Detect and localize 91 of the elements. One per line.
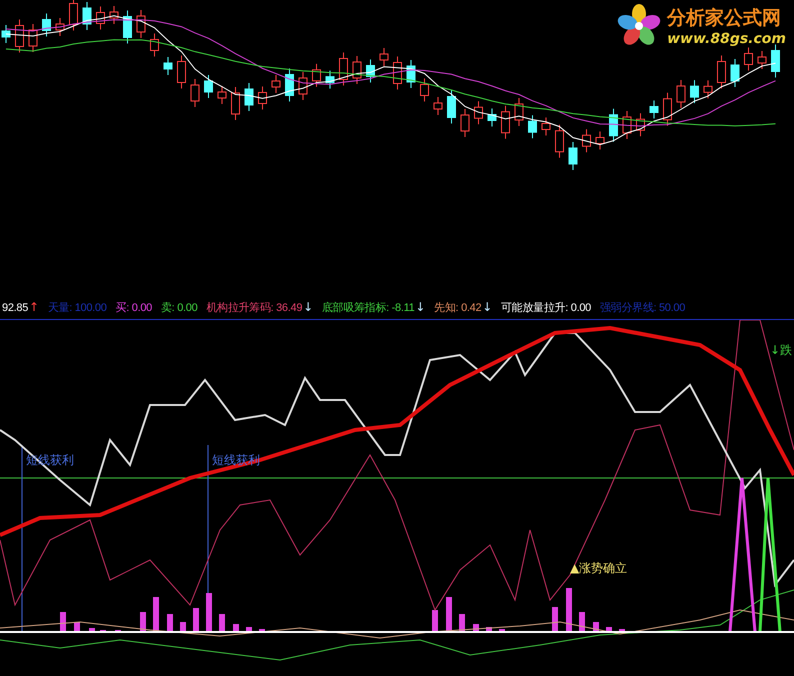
candlestick — [676, 80, 686, 108]
candlestick — [326, 70, 334, 90]
candlestick — [771, 44, 780, 78]
flower-logo-icon — [617, 4, 662, 48]
indicator-value: 92.85↑ — [2, 300, 39, 314]
candlestick — [690, 80, 699, 104]
histogram-bar — [619, 629, 625, 632]
candlestick — [542, 117, 550, 136]
candlestick — [136, 10, 146, 38]
fall-signal-label: ↓跌 — [770, 342, 792, 359]
candlestick — [164, 56, 172, 76]
candlestick — [609, 108, 618, 142]
histogram-bar — [486, 627, 492, 632]
candlestick — [622, 110, 632, 140]
histogram-bar — [140, 612, 146, 632]
candlestick — [258, 86, 267, 110]
candlestick — [15, 19, 24, 53]
indicator-value: 可能放量拉升: 0.00 — [501, 300, 591, 315]
indicator-value: 机构拉升筹码: 36.49↓ — [206, 300, 313, 315]
histogram-bar — [193, 608, 199, 632]
candlestick — [758, 50, 766, 70]
candlestick — [42, 13, 51, 37]
candlestick — [555, 124, 564, 158]
histogram-bar — [180, 622, 186, 632]
candlestick — [312, 63, 321, 88]
candlestick — [190, 78, 200, 108]
candlestick — [82, 2, 92, 30]
candlestick — [123, 10, 132, 44]
candlestick — [744, 47, 753, 71]
candlestick — [244, 82, 254, 112]
histogram-bar — [206, 593, 212, 632]
candlestick — [393, 56, 402, 90]
indicator-value: 天量: 100.00 — [48, 300, 107, 315]
histogram-bar — [432, 610, 438, 632]
candlestick — [434, 96, 442, 116]
candlestick — [380, 48, 388, 66]
histogram-bar — [579, 612, 585, 632]
candlestick — [218, 86, 226, 104]
candlestick — [28, 24, 38, 52]
candlestick — [704, 80, 712, 99]
candlestick — [717, 55, 726, 89]
candlestick — [366, 59, 375, 83]
candlestick — [447, 90, 456, 124]
candlestick — [650, 100, 658, 119]
candlestick — [528, 114, 537, 139]
candlestick — [2, 24, 10, 44]
candlestick — [514, 98, 524, 126]
histogram-bar — [246, 627, 252, 632]
candlestick — [730, 58, 740, 88]
indicator-value: 先知: 0.42↓ — [434, 300, 492, 315]
candlestick — [501, 105, 510, 140]
candlestick — [110, 6, 118, 24]
indicator-value: 卖: 0.00 — [160, 300, 198, 315]
candlestick — [339, 52, 348, 86]
candlestick — [636, 112, 645, 137]
candlestick — [663, 92, 672, 126]
candlestick — [56, 18, 64, 36]
candlestick — [96, 6, 105, 30]
candlestick — [488, 108, 496, 127]
candlestick — [596, 131, 604, 150]
histogram-bar — [499, 629, 505, 632]
histogram-bar — [259, 629, 265, 632]
candlestick — [231, 86, 240, 120]
candlestick — [460, 108, 470, 138]
histogram-bar — [566, 588, 572, 632]
candlestick — [204, 74, 213, 98]
candlestick — [582, 128, 591, 153]
profit-signal-label: 短线获利 — [26, 452, 74, 469]
candlestick — [352, 56, 362, 84]
candlestick — [150, 33, 159, 57]
histogram-bar — [89, 628, 95, 632]
histogram-bar — [153, 597, 159, 632]
candlestick — [406, 60, 416, 88]
candlestick — [474, 100, 483, 125]
histogram-bar — [219, 614, 225, 632]
candlestick — [568, 142, 578, 170]
histogram-bar — [446, 597, 452, 632]
indicator-value: 强弱分界线: 50.00 — [600, 300, 686, 315]
candlestick — [285, 68, 294, 102]
histogram-bar — [60, 612, 66, 632]
indicator-value: 底部吸筹指标: -8.11↓ — [322, 300, 426, 315]
logo-title: 分析家公式网 — [667, 6, 782, 31]
candlestick — [177, 55, 186, 89]
candlestick — [420, 78, 429, 102]
logo-url: www.88gs.com — [667, 31, 786, 47]
histogram-bar — [552, 607, 558, 632]
histogram-bar — [167, 614, 173, 632]
candlestick — [272, 74, 280, 94]
histogram-bar — [606, 627, 612, 632]
indicator-value: 买: 0.00 — [116, 300, 152, 315]
candlestick — [298, 72, 308, 100]
